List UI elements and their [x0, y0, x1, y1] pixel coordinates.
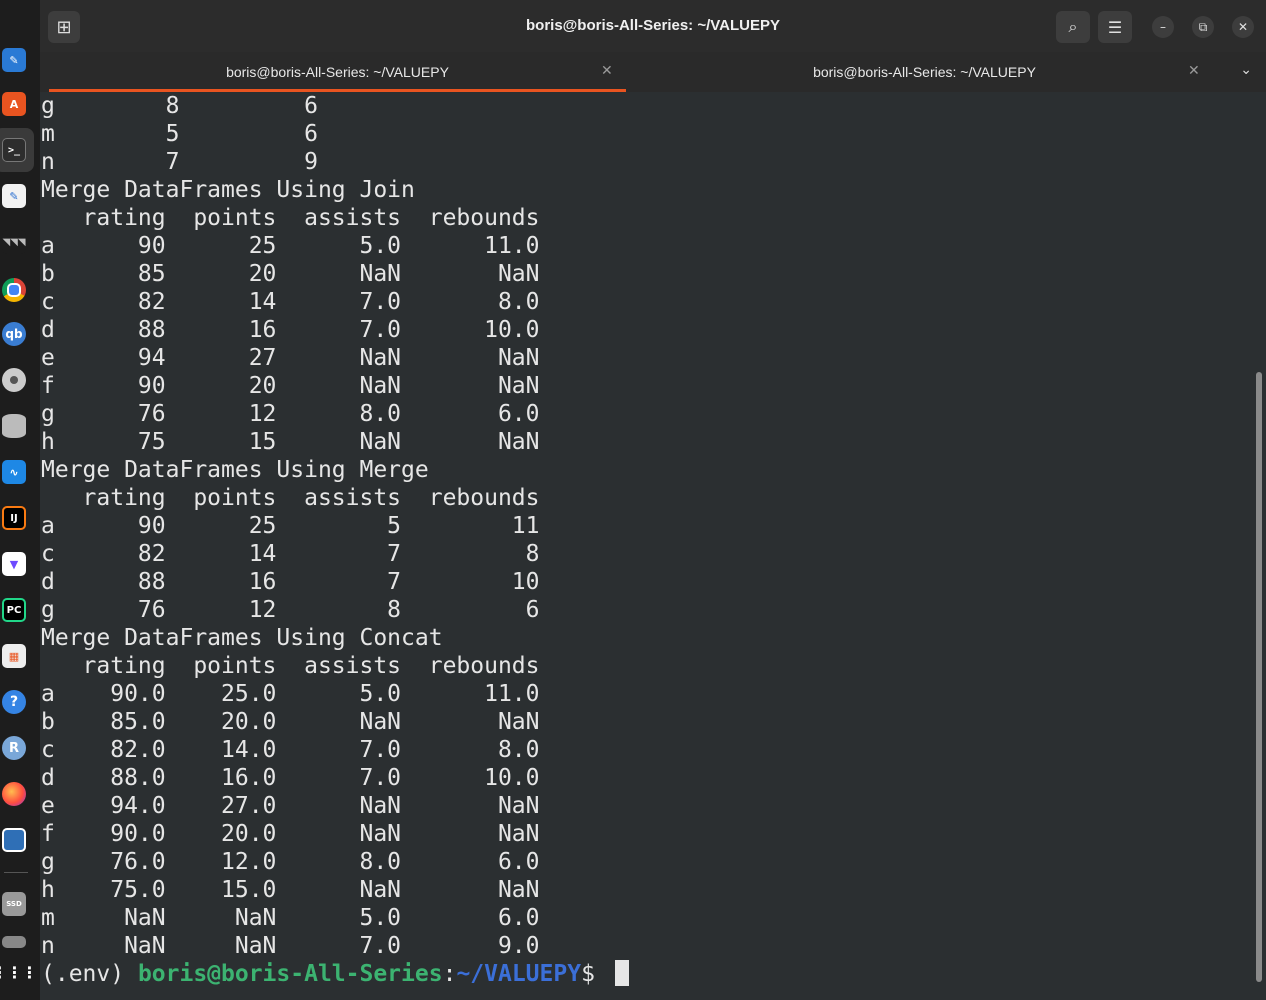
tab-bar: boris@boris-All-Series: ~/VALUEPY ✕ bori… — [40, 52, 1266, 93]
gnome-icon[interactable]: ◥◥◥ — [2, 230, 26, 254]
tab-close-icon[interactable]: ✕ — [1188, 63, 1200, 79]
close-icon: ✕ — [1237, 20, 1249, 34]
search-icon: ⌕ — [1068, 17, 1078, 36]
chevron-down-icon[interactable]: ⌄ — [1240, 62, 1252, 78]
tab-label: boris@boris-All-Series: ~/VALUEPY — [813, 64, 1036, 80]
screenshot-icon[interactable] — [2, 828, 26, 852]
tab-terminal-1[interactable]: boris@boris-All-Series: ~/VALUEPY — [49, 52, 626, 92]
tab-terminal-2[interactable]: boris@boris-All-Series: ~/VALUEPY — [636, 52, 1213, 92]
prompt-path: ~/VALUEPY — [456, 961, 582, 987]
tab-label: boris@boris-All-Series: ~/VALUEPY — [226, 64, 449, 80]
terminal-line: d 88 16 7.0 10.0 — [41, 317, 540, 343]
dock: ✎ A >_ ✎ ◥◥◥ qb ∿ IJ ▼ PC ▦ ? R SSD ⋮⋮⋮ — [0, 0, 41, 1000]
terminal-line: g 76.0 12.0 8.0 6.0 — [41, 849, 540, 875]
terminal-line: a 90 25 5 11 — [41, 513, 540, 539]
terminal-view[interactable]: g 8 6m 5 6n 7 9 Merge DataFrames Using Jo… — [40, 92, 1266, 1000]
scrollbar[interactable] — [1256, 372, 1262, 982]
terminal-line: n NaN NaN 7.0 9.0 — [41, 933, 540, 959]
prompt-symbol: $ — [581, 961, 609, 987]
terminal-line: h 75.0 15.0 NaN NaN — [41, 877, 540, 903]
prompt-env: (.env) — [41, 961, 138, 987]
prompt-line[interactable]: (.env) boris@boris-All-Series:~/VALUEPY$ — [41, 960, 629, 988]
terminal-line: rating points assists rebounds — [41, 485, 540, 511]
terminal-line: m NaN NaN 5.0 6.0 — [41, 905, 540, 931]
proton-vpn-icon[interactable]: ▼ — [2, 552, 26, 576]
terminal-line: g 76 12 8 6 — [41, 597, 540, 623]
terminal-line: d 88 16 7 10 — [41, 569, 540, 595]
terminal-line: e 94 27 NaN NaN — [41, 345, 540, 371]
terminal-line: f 90.0 20.0 NaN NaN — [41, 821, 540, 847]
menu-button[interactable]: ☰ — [1098, 11, 1132, 43]
database-icon[interactable] — [2, 414, 26, 438]
terminal-line: e 94.0 27.0 NaN NaN — [41, 793, 540, 819]
libreoffice-writer-icon[interactable]: ✎ — [2, 48, 26, 72]
terminal-line: rating points assists rebounds — [41, 653, 540, 679]
intellij-icon[interactable]: IJ — [2, 506, 26, 530]
text-cursor — [614, 960, 629, 986]
usb-drive-icon[interactable] — [2, 936, 26, 948]
tab-close-icon[interactable]: ✕ — [601, 63, 613, 79]
prompt-colon: : — [442, 961, 457, 987]
header-bar: ⊞ boris@boris-All-Series: ~/VALUEPY ⌕ ☰ … — [40, 0, 1266, 52]
search-button[interactable]: ⌕ — [1056, 11, 1090, 43]
text-editor-icon[interactable]: ✎ — [2, 184, 26, 208]
terminal-line: f 90 20 NaN NaN — [41, 373, 540, 399]
terminal-line: a 90 25 5.0 11.0 — [41, 233, 540, 259]
app-grid-icon[interactable]: ⋮⋮⋮ — [0, 960, 38, 984]
disc-icon[interactable] — [2, 368, 26, 392]
terminal-line: a 90.0 25.0 5.0 11.0 — [41, 681, 540, 707]
terminal-line: c 82.0 14.0 7.0 8.0 — [41, 737, 540, 763]
r-icon[interactable]: R — [2, 736, 26, 760]
terminal-line: g 76 12 8.0 6.0 — [41, 401, 540, 427]
app-store-icon[interactable]: A — [2, 92, 26, 116]
terminal-line: rating points assists rebounds — [41, 205, 540, 231]
terminal-line: h 75 15 NaN NaN — [41, 429, 540, 455]
terminal-line: b 85 20 NaN NaN — [41, 261, 540, 287]
maximize-icon: ⧉ — [1198, 19, 1208, 34]
maximize-button[interactable]: ⧉ — [1192, 16, 1214, 38]
hamburger-menu-icon: ☰ — [1107, 17, 1123, 37]
firefox-icon[interactable] — [2, 782, 26, 806]
minimize-button[interactable]: – — [1152, 16, 1174, 38]
terminal-line: c 82 14 7.0 8.0 — [41, 289, 540, 315]
close-window-button[interactable]: ✕ — [1232, 16, 1254, 38]
pycharm-icon[interactable]: PC — [2, 598, 26, 622]
help-icon[interactable]: ? — [2, 690, 26, 714]
terminal-line: Merge DataFrames Using Concat — [41, 625, 443, 651]
qbittorrent-icon[interactable]: qb — [2, 322, 26, 346]
terminal-line: n 7 9 — [41, 149, 318, 175]
minimize-icon: – — [1160, 20, 1166, 34]
terminal-output: g 8 6m 5 6n 7 9 Merge DataFrames Using Jo… — [41, 92, 629, 988]
dock-separator — [4, 872, 28, 873]
terminal-line: Merge DataFrames Using Merge — [41, 457, 429, 483]
terminal-icon[interactable]: >_ — [2, 138, 26, 162]
terminal-line: b 85.0 20.0 NaN NaN — [41, 709, 540, 735]
settings-icon[interactable]: ▦ — [2, 644, 26, 668]
chrome-icon[interactable] — [2, 278, 26, 302]
terminal-line: c 82 14 7 8 — [41, 541, 540, 567]
terminal-line: d 88.0 16.0 7.0 10.0 — [41, 765, 540, 791]
terminal-line: m 5 6 — [41, 121, 318, 147]
prompt-user-host: boris@boris-All-Series — [137, 961, 443, 987]
ssd-drive-icon[interactable]: SSD — [2, 892, 26, 916]
terminal-line: g 8 6 — [41, 93, 318, 119]
terminal-line: Merge DataFrames Using Join — [41, 177, 415, 203]
system-monitor-icon[interactable]: ∿ — [2, 460, 26, 484]
